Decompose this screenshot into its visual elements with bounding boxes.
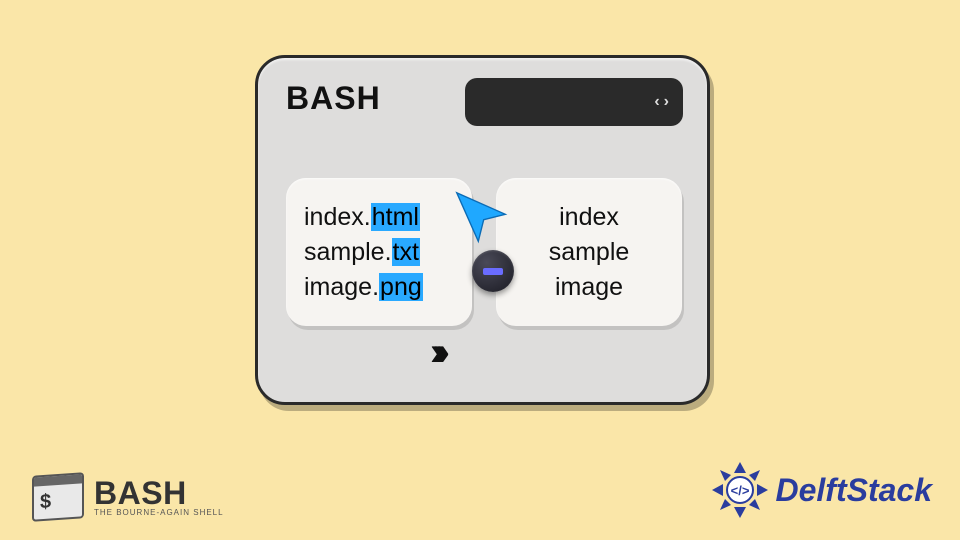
transform-arrows-icon: ››› (430, 330, 440, 375)
chevron-left-icon: ‹ (654, 93, 659, 111)
remove-button[interactable] (472, 250, 514, 292)
result-panel: index sample image (496, 178, 682, 326)
extension-highlight: png (379, 273, 423, 301)
delftstack-logo: </> DelftStack (708, 458, 933, 522)
result-line: index (559, 203, 619, 232)
bash-logo-word: BASH (94, 477, 224, 509)
title-tab: ‹ › (465, 78, 683, 126)
terminal-icon (32, 472, 84, 522)
svg-text:</>: </> (730, 483, 749, 498)
minus-icon (483, 268, 503, 275)
extension-highlight: html (371, 203, 420, 231)
bash-logo-tagline: THE BOURNE-AGAIN SHELL (94, 509, 224, 517)
extension-highlight: txt (392, 238, 420, 266)
file-line: index.html (304, 203, 454, 232)
delftstack-word: DelftStack (776, 472, 933, 509)
app-window: BASH ‹ › index.html sample.txt image.png… (255, 55, 710, 405)
source-files-panel: index.html sample.txt image.png (286, 178, 472, 326)
chevron-right-icon: › (664, 93, 669, 111)
result-line: image (555, 273, 623, 302)
window-title: BASH (286, 80, 381, 117)
bash-logo: BASH THE BOURNE-AGAIN SHELL (32, 474, 224, 520)
file-line: sample.txt (304, 238, 454, 267)
delftstack-mark-icon: </> (708, 458, 772, 522)
result-line: sample (549, 238, 630, 267)
file-line: image.png (304, 273, 454, 302)
